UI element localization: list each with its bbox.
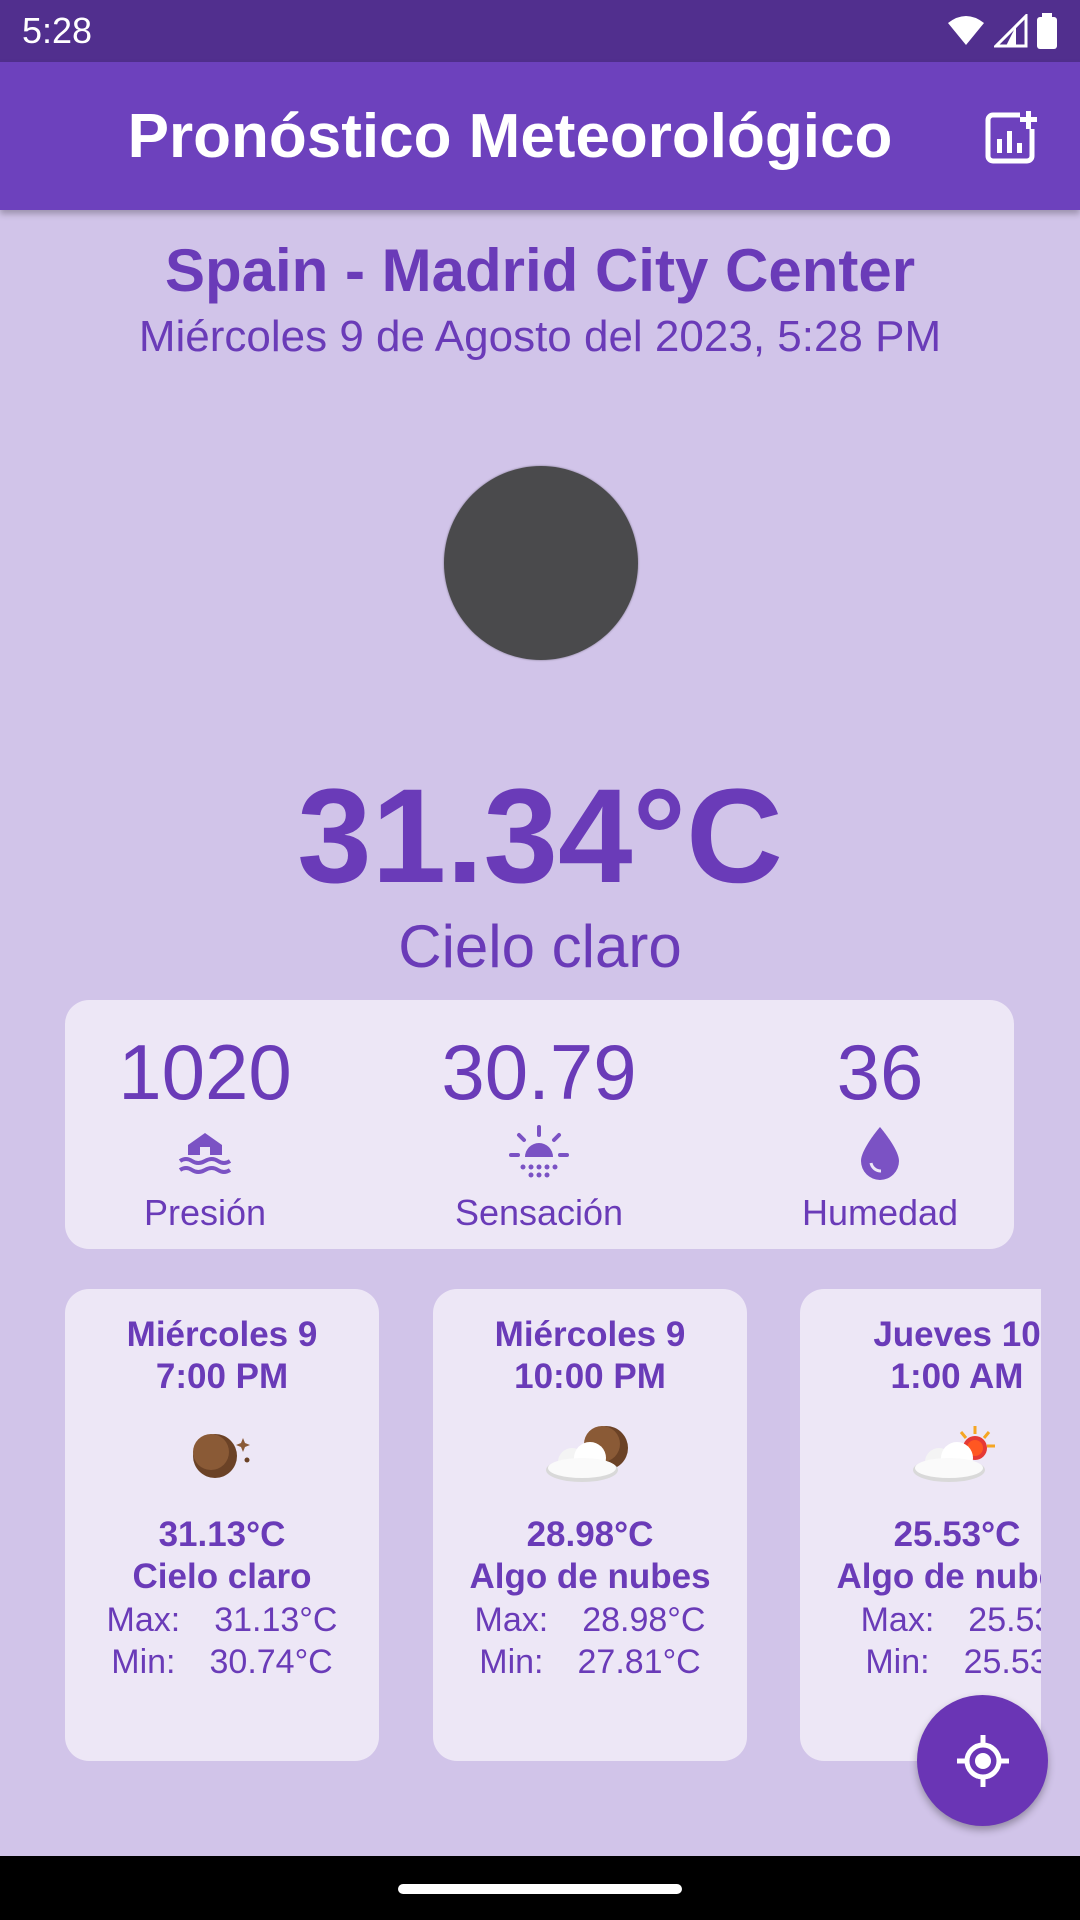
min-label: Min: xyxy=(865,1643,930,1681)
signal-icon xyxy=(994,14,1028,48)
stats-panel: 1020 Presión 30.79 Sensación 36 Humedad xyxy=(65,1000,1014,1249)
current-weather-icon xyxy=(444,466,638,660)
humidity-value: 36 xyxy=(836,1028,924,1116)
pressure-value: 1020 xyxy=(118,1028,292,1116)
battery-icon xyxy=(1037,13,1057,49)
location-title: Spain - Madrid City Center xyxy=(164,237,916,304)
pressure-icon xyxy=(178,1133,232,1174)
app-title: Pronóstico Meteorológico xyxy=(127,101,893,171)
status-icons xyxy=(946,13,1058,49)
forecast-hour: 1:00 AM xyxy=(890,1357,1024,1396)
clear-night-icon xyxy=(193,1434,250,1478)
min-value: 30.74°C xyxy=(209,1643,333,1681)
forecast-list[interactable]: Miércoles 9 7:00 PM 31.13°C Cielo claro … xyxy=(65,1289,1041,1761)
forecast-desc: Algo de nubes xyxy=(469,1557,711,1596)
chart-add-icon[interactable] xyxy=(984,109,1040,165)
forecast-temp: 25.53°C xyxy=(893,1515,1021,1554)
max-label: Max: xyxy=(106,1601,181,1639)
cloudy-night-icon xyxy=(546,1426,628,1482)
forecast-min-row: Min: 25.53 xyxy=(800,1641,1041,1683)
forecast-min-row: Min: 27.81°C xyxy=(433,1641,747,1683)
max-label: Max: xyxy=(474,1601,549,1639)
forecast-card[interactable]: Jueves 10 1:00 AM 25.53°C Algo de nubes … xyxy=(800,1289,1041,1761)
humidity-stat: 36 Humedad xyxy=(750,1024,1010,1234)
partly-cloudy-icon xyxy=(913,1426,995,1482)
min-label: Min: xyxy=(479,1643,544,1681)
my-location-button[interactable] xyxy=(917,1695,1048,1826)
forecast-hour: 10:00 PM xyxy=(514,1357,666,1396)
forecast-min-row: Min: 30.74°C xyxy=(65,1641,379,1683)
pressure-label: Presión xyxy=(143,1192,267,1233)
home-handle[interactable] xyxy=(398,1884,682,1894)
feels-like-label: Sensación xyxy=(454,1192,624,1233)
forecast-card[interactable]: Miércoles 9 7:00 PM 31.13°C Cielo claro … xyxy=(65,1289,379,1761)
forecast-temp: 31.13°C xyxy=(158,1515,286,1554)
forecast-max-row: Max: 31.13°C xyxy=(65,1599,379,1641)
pressure-stat: 1020 Presión xyxy=(75,1024,335,1234)
min-value: 25.53 xyxy=(963,1643,1041,1681)
forecast-temp: 28.98°C xyxy=(526,1515,654,1554)
forecast-max-row: Max: 28.98°C xyxy=(433,1599,747,1641)
forecast-max-row: Max: 25.53 xyxy=(800,1599,1041,1641)
status-bar: 5:28 xyxy=(0,0,1080,62)
status-time: 5:28 xyxy=(22,10,93,51)
feels-like-value: 30.79 xyxy=(441,1028,637,1116)
app-bar: Pronóstico Meteorológico xyxy=(0,62,1080,210)
humidity-label: Humedad xyxy=(801,1192,959,1233)
forecast-day: Miércoles 9 xyxy=(126,1315,318,1354)
forecast-day: Miércoles 9 xyxy=(494,1315,686,1354)
min-value: 27.81°C xyxy=(577,1643,701,1681)
navigation-bar xyxy=(0,1856,1080,1920)
max-value: 25.53 xyxy=(968,1601,1041,1639)
current-description: Cielo claro xyxy=(398,913,682,980)
max-value: 31.13°C xyxy=(214,1601,338,1639)
max-value: 28.98°C xyxy=(582,1601,706,1639)
sun-haze-icon xyxy=(509,1125,569,1178)
forecast-day: Jueves 10 xyxy=(873,1315,1041,1354)
min-label: Min: xyxy=(111,1643,176,1681)
current-temperature: 31.34°C xyxy=(297,762,783,911)
my-location-icon xyxy=(956,1734,1009,1787)
water-drop-icon xyxy=(861,1127,899,1180)
forecast-desc: Algo de nubes xyxy=(836,1557,1041,1596)
wifi-icon xyxy=(948,16,984,45)
max-label: Max: xyxy=(860,1601,935,1639)
forecast-card[interactable]: Miércoles 9 10:00 PM 28.98°C Algo de nub… xyxy=(433,1289,747,1761)
forecast-hour: 7:00 PM xyxy=(155,1357,289,1396)
forecast-desc: Cielo claro xyxy=(132,1557,312,1596)
current-datetime: Miércoles 9 de Agosto del 2023, 5:28 PM xyxy=(138,312,942,361)
feels-like-stat: 30.79 Sensación xyxy=(409,1024,669,1234)
